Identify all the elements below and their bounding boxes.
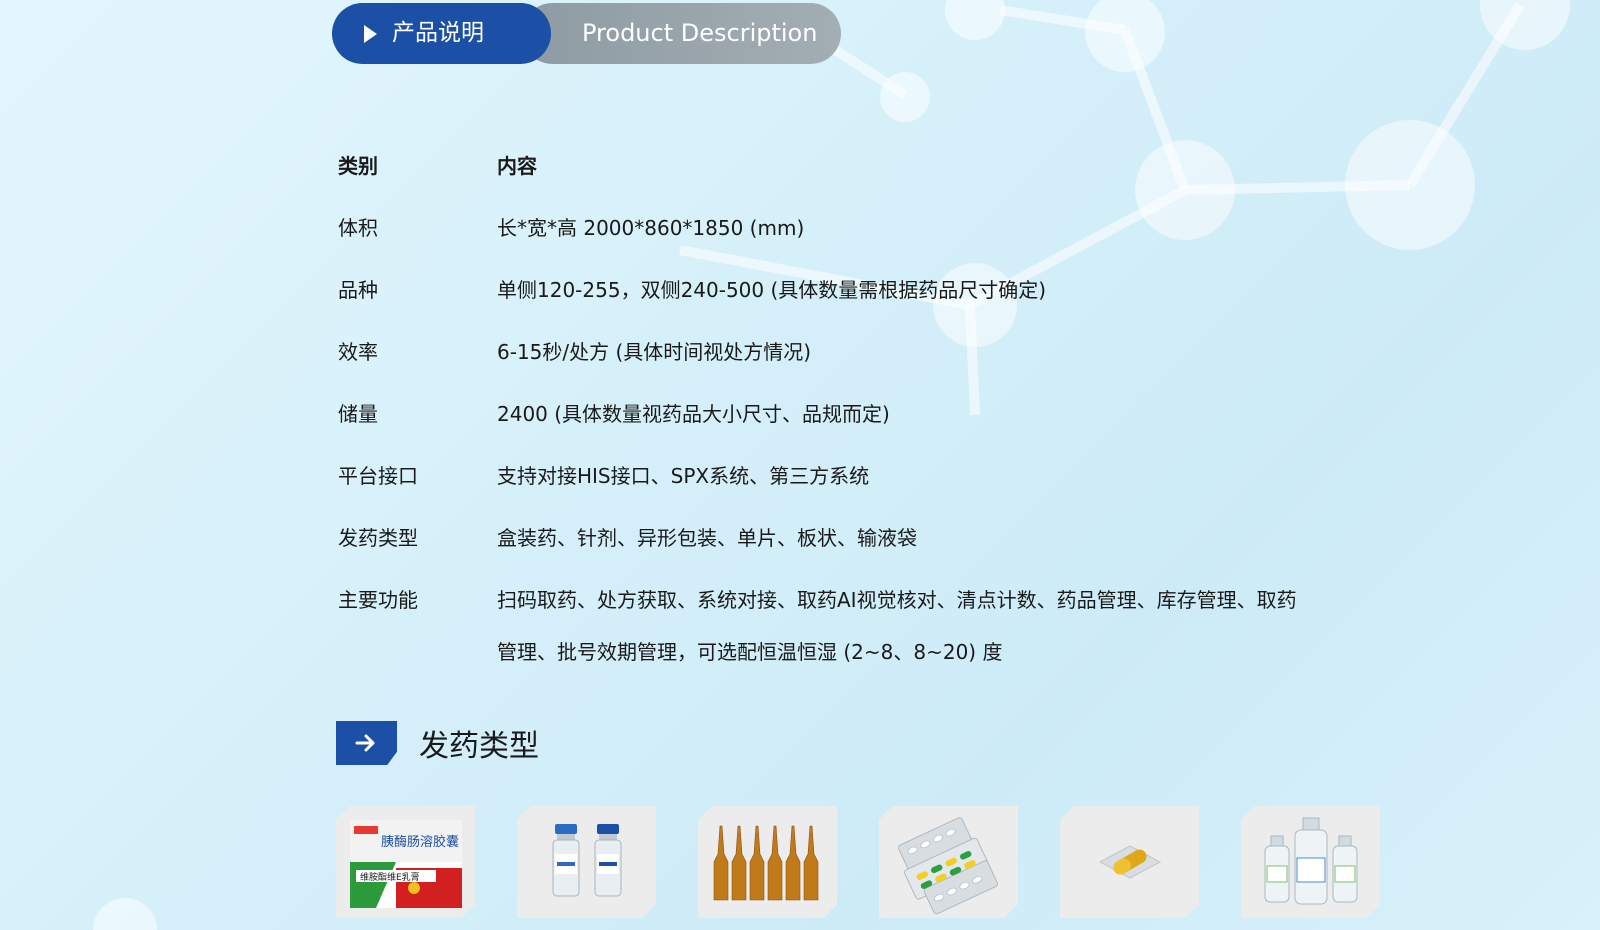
product-description-tabs: Product Description 产品说明	[332, 3, 841, 64]
vial-image[interactable]	[517, 806, 656, 918]
spec-category: 储量	[338, 402, 378, 426]
spec-value: 2400 (具体数量视药品大小尺寸、品规而定)	[497, 402, 890, 426]
box-subtitle-text: 维胺酯维E乳膏	[360, 871, 420, 883]
infusion-bottle-image[interactable]	[1241, 806, 1380, 918]
spec-category: 效率	[338, 340, 378, 364]
header-content: 内容	[497, 154, 537, 178]
arrow-right-icon	[336, 721, 397, 765]
play-icon	[364, 25, 377, 43]
ampoule-image[interactable]	[698, 806, 837, 918]
spec-value: 支持对接HIS接口、SPX系统、第三方系统	[497, 464, 870, 488]
tab-product-description-cn[interactable]: 产品说明	[332, 3, 551, 64]
spec-row-platform-interface: 平台接口 支持对接HIS接口、SPX系统、第三方系统	[338, 450, 1398, 502]
medicine-box-image[interactable]: 胰酶肠溶胶囊 维胺酯维E乳膏	[336, 806, 475, 918]
spec-row-main-functions: 主要功能 扫码取药、处方获取、系统对接、取药AI视觉核对、清点计数、药品管理、库…	[338, 574, 1398, 678]
spec-value: 扫码取药、处方获取、系统对接、取药AI视觉核对、清点计数、药品管理、库存管理、取…	[497, 574, 1398, 678]
spec-row-volume: 体积 长*宽*高 2000*860*1850 (mm)	[338, 202, 1398, 254]
spec-row-storage: 储量 2400 (具体数量视药品大小尺寸、品规而定)	[338, 388, 1398, 440]
product-thumbnails: 胰酶肠溶胶囊 维胺酯维E乳膏	[336, 806, 1380, 918]
spec-category: 体积	[338, 216, 378, 240]
spec-row-dispensing-types: 发药类型 盒装药、针剂、异形包装、单片、板状、输液袋	[338, 512, 1398, 564]
spec-category: 平台接口	[338, 464, 418, 488]
section-heading-dispensing-types: 发药类型	[336, 721, 539, 765]
tab-en-label: Product Description	[582, 19, 818, 47]
spec-table-header: 类别 内容	[338, 140, 1398, 192]
spec-row-variety: 品种 单侧120-255，双侧240-500 (具体数量需根据药品尺寸确定)	[338, 264, 1398, 316]
spec-table: 类别 内容 体积 长*宽*高 2000*860*1850 (mm) 品种 单侧1…	[338, 140, 1398, 678]
spec-value-line-2: 管理、批号效期管理，可选配恒温恒湿 (2~8、8~20) 度	[497, 640, 1003, 664]
spec-value: 6-15秒/处方 (具体时间视处方情况)	[497, 340, 812, 364]
tab-product-description-en[interactable]: Product Description	[522, 3, 841, 64]
tab-cn-label: 产品说明	[392, 20, 484, 46]
spec-category: 品种	[338, 278, 378, 302]
section-title: 发药类型	[419, 729, 539, 764]
spec-value: 长*宽*高 2000*860*1850 (mm)	[497, 216, 805, 240]
box-title-text: 胰酶肠溶胶囊	[381, 834, 459, 850]
spec-value: 盒装药、针剂、异形包装、单片、板状、输液袋	[497, 526, 917, 550]
spec-value: 单侧120-255，双侧240-500 (具体数量需根据药品尺寸确定)	[497, 278, 1047, 302]
spec-value-line-1: 扫码取药、处方获取、系统对接、取药AI视觉核对、清点计数、药品管理、库存管理、取…	[497, 588, 1297, 612]
header-category: 类别	[338, 154, 378, 178]
single-capsule-image[interactable]	[1060, 806, 1199, 918]
spec-category: 发药类型	[338, 526, 418, 550]
spec-row-efficiency: 效率 6-15秒/处方 (具体时间视处方情况)	[338, 326, 1398, 378]
blister-pack-image[interactable]	[879, 806, 1018, 918]
spec-category: 主要功能	[338, 588, 418, 612]
